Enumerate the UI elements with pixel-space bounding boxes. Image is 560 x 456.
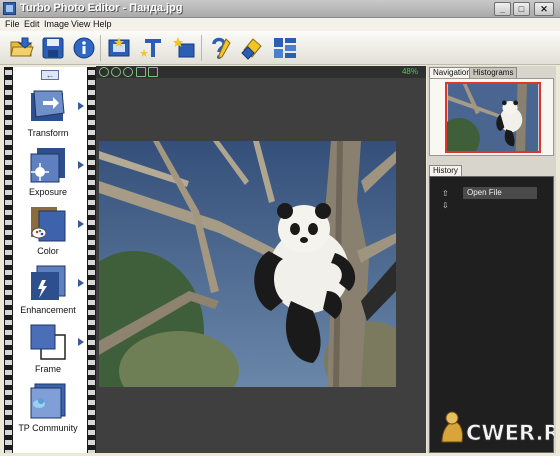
color-icon (29, 205, 67, 243)
main-toolbar (0, 31, 560, 65)
tab-histograms[interactable]: Histograms (469, 67, 518, 78)
navigator-preview[interactable] (429, 78, 554, 156)
tools-filmstrip: ← Transform Exposure Color Enhancement F… (4, 67, 96, 453)
tools-panel: ← Transform Exposure Color Enhancement F… (13, 67, 87, 453)
navigation-tabs: Navigation Histograms (427, 66, 556, 78)
help-wizard-icon[interactable] (207, 35, 233, 61)
app-icon (3, 2, 16, 15)
redo-arrow-icon[interactable]: ⇩ (442, 202, 449, 210)
tool-label: TP Community (18, 423, 78, 433)
exposure-icon (29, 146, 67, 184)
maximize-button[interactable]: □ (513, 2, 530, 16)
image-canvas[interactable]: 48% (96, 66, 426, 453)
zoom-in-icon[interactable] (99, 67, 109, 77)
expand-arrow-icon[interactable] (78, 161, 84, 169)
menu-edit[interactable]: Edit (24, 19, 40, 29)
add-text-icon[interactable] (139, 35, 165, 61)
zoom-level: 48% (401, 67, 418, 76)
community-icon (29, 382, 67, 420)
tool-label: Frame (34, 364, 61, 374)
watermark-logo: CWER.RU (436, 408, 560, 448)
title-bar: Turbo Photo Editor - Панда.jpg _ □ ✕ (0, 0, 560, 18)
history-item[interactable]: Open File (463, 187, 537, 199)
menu-help[interactable]: Help (93, 19, 112, 29)
toolbar-separator (100, 35, 101, 61)
save-icon[interactable] (40, 35, 66, 61)
fit-window-icon[interactable] (136, 67, 146, 77)
zoom-out-icon[interactable] (111, 67, 121, 77)
undo-arrow-icon[interactable]: ⇧ (442, 190, 449, 198)
expand-arrow-icon[interactable] (78, 220, 84, 228)
pan-hand-icon[interactable] (123, 67, 133, 77)
canvas-toolbar: 48% (96, 66, 426, 78)
menu-image[interactable]: Image (44, 19, 69, 29)
film-holes (88, 67, 95, 453)
expand-arrow-icon[interactable] (78, 338, 84, 346)
gallery-icon[interactable] (272, 35, 298, 61)
tool-label: Transform (27, 128, 69, 138)
close-button[interactable]: ✕ (534, 2, 554, 16)
tab-navigation[interactable]: Navigation (429, 67, 475, 78)
navigator-thumbnail[interactable] (445, 82, 541, 153)
panda-photo (99, 141, 396, 387)
toolbar-separator (201, 35, 202, 61)
film-holes (5, 67, 12, 453)
tool-label: Exposure (28, 187, 68, 197)
menu-file[interactable]: File (5, 19, 20, 29)
actual-size-icon[interactable] (148, 67, 158, 77)
frame-icon (29, 323, 67, 361)
expand-arrow-icon[interactable] (78, 102, 84, 110)
batch-icon[interactable] (239, 35, 265, 61)
tool-label: Color (37, 246, 59, 256)
right-panel: Navigation Histograms History ⇧ ⇩ Open F… (427, 66, 556, 453)
minimize-button[interactable]: _ (494, 2, 511, 16)
tool-transform[interactable]: Transform (13, 85, 87, 143)
menu-view[interactable]: View (71, 19, 90, 29)
tool-tp-community[interactable]: TP Community (13, 380, 87, 438)
add-clipart-icon[interactable] (171, 35, 197, 61)
tab-history[interactable]: History (429, 165, 462, 176)
history-tabs: History (429, 164, 554, 176)
back-button[interactable]: ← (41, 70, 59, 80)
tool-frame[interactable]: Frame (13, 321, 87, 379)
enhancement-icon (29, 264, 67, 302)
open-icon[interactable] (9, 35, 35, 61)
window-title: Turbo Photo Editor - Панда.jpg (20, 2, 183, 14)
expand-arrow-icon[interactable] (78, 279, 84, 287)
menu-bar: File Edit Image View Help (0, 18, 560, 31)
add-frame-icon[interactable] (106, 35, 132, 61)
transform-icon (29, 87, 67, 125)
tool-exposure[interactable]: Exposure (13, 144, 87, 202)
watermark-text: CWER.RU (466, 421, 554, 445)
tool-label: Enhancement (20, 305, 76, 315)
tool-color[interactable]: Color (13, 203, 87, 261)
info-icon[interactable] (71, 35, 97, 61)
tool-enhancement[interactable]: Enhancement (13, 262, 87, 320)
